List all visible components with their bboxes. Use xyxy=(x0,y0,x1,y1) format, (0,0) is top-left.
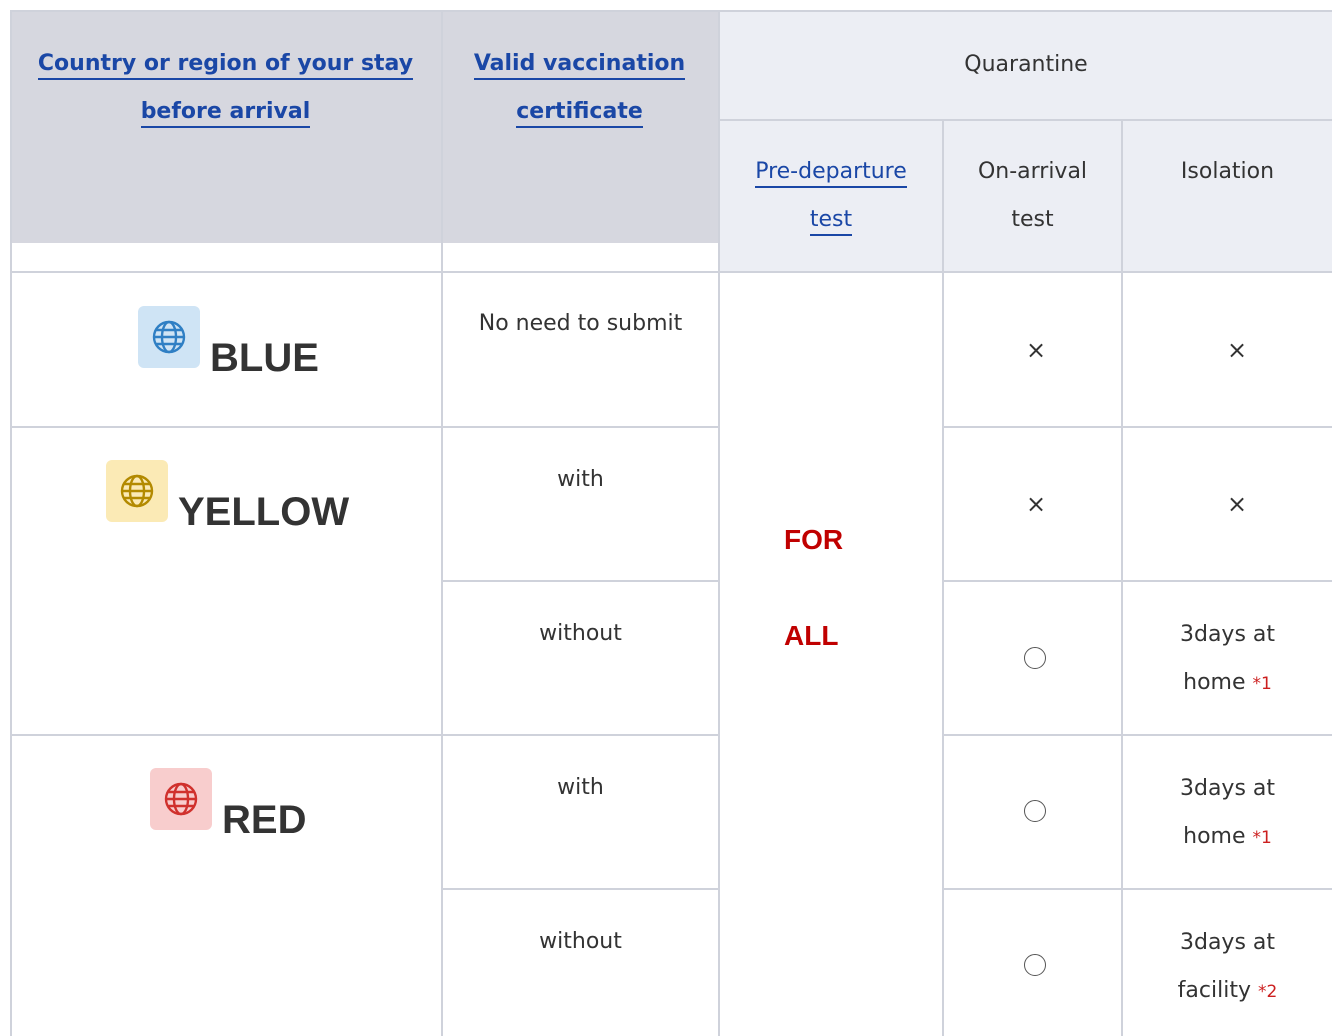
onarrival-label-line2: test xyxy=(1011,207,1054,232)
country-region-link[interactable]: Country or region of your stay xyxy=(37,51,414,80)
quarantine-label: Quarantine xyxy=(964,52,1088,77)
header-quarantine: Quarantine xyxy=(718,12,1332,119)
isolation-cell: 3days at facility *2 xyxy=(1121,888,1332,1036)
header-vaccination-text: Valid vaccination certificate xyxy=(441,40,718,136)
region-red: RED xyxy=(150,768,306,840)
header-onarrival: On-arrival test xyxy=(942,119,1121,273)
isolation-value-line2: home xyxy=(1183,670,1246,695)
isolation-value: 3days at xyxy=(1179,622,1276,647)
vaccination-cell: without xyxy=(441,580,718,735)
globe-icon xyxy=(138,306,200,368)
country-region-link-line2[interactable]: before arrival xyxy=(140,99,311,128)
region-yellow: YELLOW xyxy=(106,460,349,532)
cross-mark: × xyxy=(1026,336,1047,364)
vaccination-cell: with xyxy=(441,734,718,889)
vaccination-certificate-link[interactable]: Valid vaccination xyxy=(473,51,686,80)
isolation-value: 3days at xyxy=(1179,930,1276,955)
region-blue: BLUE xyxy=(138,306,319,378)
vaccination-cell: with xyxy=(441,426,718,581)
vaccination-value: with xyxy=(557,467,604,492)
vaccination-cell: without xyxy=(441,888,718,1036)
entry-measures-table: Country or region of your stay before ar… xyxy=(0,0,1332,1036)
onarrival-label: On-arrival xyxy=(977,159,1088,184)
header-country-text: Country or region of your stay before ar… xyxy=(10,40,441,136)
region-label-yellow: YELLOW xyxy=(178,490,350,534)
predeparture-test-link[interactable]: Pre-departure xyxy=(755,159,907,188)
footnote-ref[interactable]: *1 xyxy=(1253,674,1272,694)
vaccination-value: without xyxy=(539,929,622,954)
predeparture-value-line1: FOR xyxy=(784,524,844,555)
cross-mark: × xyxy=(1227,490,1248,518)
circle-mark xyxy=(1024,800,1046,822)
globe-icon xyxy=(150,768,212,830)
predeparture-cell xyxy=(718,273,942,1036)
isolation-value-line2: facility xyxy=(1177,978,1251,1003)
vaccination-cell: No need to submit xyxy=(441,273,718,427)
footnote-ref[interactable]: *2 xyxy=(1258,982,1277,1002)
isolation-cell: 3days at home *1 xyxy=(1121,734,1332,889)
footnote-ref[interactable]: *1 xyxy=(1253,828,1272,848)
header-predeparture: Pre-departure test xyxy=(718,119,942,273)
isolation-value: 3days at xyxy=(1179,776,1276,801)
predeparture-test-link-line2[interactable]: test xyxy=(809,207,853,236)
cross-mark: × xyxy=(1227,336,1248,364)
circle-mark xyxy=(1024,954,1046,976)
vaccination-value: without xyxy=(539,621,622,646)
region-label-red: RED xyxy=(222,798,307,842)
vaccination-certificate-link-line2[interactable]: certificate xyxy=(516,99,643,128)
vaccination-value: No need to submit xyxy=(478,311,683,336)
header-isolation: Isolation xyxy=(1121,119,1332,273)
header-spacer-country xyxy=(10,243,441,273)
circle-mark xyxy=(1024,647,1046,669)
predeparture-value-line2: ALL xyxy=(784,620,839,651)
header-spacer-vaccination xyxy=(441,243,718,273)
isolation-label: Isolation xyxy=(1180,159,1275,184)
isolation-value-line2: home xyxy=(1183,824,1246,849)
cross-mark: × xyxy=(1026,490,1047,518)
region-label-blue: BLUE xyxy=(210,336,319,380)
globe-icon xyxy=(106,460,168,522)
isolation-cell: 3days at home *1 xyxy=(1121,580,1332,735)
vaccination-value: with xyxy=(557,775,604,800)
